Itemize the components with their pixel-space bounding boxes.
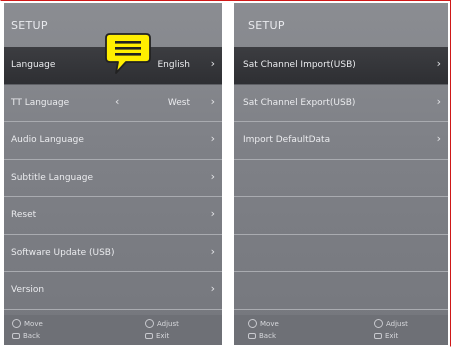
dpad-icon	[12, 319, 21, 328]
dpad-icon	[248, 319, 257, 328]
menu-item-empty	[234, 197, 448, 235]
key-hint-footer: Move Adjust Back Exit	[234, 315, 448, 345]
menu-item-software-update[interactable]: Software Update (USB) ›	[4, 235, 222, 272]
hint-label: Move	[260, 320, 279, 328]
hint-back: Back	[248, 332, 276, 340]
key-hint-footer: Move Adjust Back Exit	[4, 315, 222, 345]
left-right-icon	[374, 319, 383, 328]
menu-item-sat-channel-export[interactable]: Sat Channel Export(USB) ›	[234, 85, 448, 122]
back-key-icon	[248, 333, 256, 339]
menu-item-sat-channel-import[interactable]: Sat Channel Import(USB) ›	[234, 47, 448, 85]
exit-key-icon	[145, 333, 153, 339]
hint-back: Back	[12, 332, 40, 340]
hint-label: Move	[24, 320, 43, 328]
menu-item-label: TT Language	[11, 97, 70, 108]
chevron-right-icon[interactable]: ›	[211, 95, 215, 108]
back-key-icon	[12, 333, 20, 339]
hint-label: Exit	[385, 332, 399, 340]
menu-item-subtitle-language[interactable]: Subtitle Language ›	[4, 160, 222, 197]
hint-label: Exit	[156, 332, 170, 340]
menu-item-label: Language	[11, 60, 56, 70]
chevron-right-icon[interactable]: ›	[211, 245, 215, 258]
menu-item-empty	[234, 235, 448, 272]
menu-item-label: Reset	[11, 210, 37, 220]
hint-label: Back	[259, 332, 276, 340]
chevron-right-icon[interactable]: ›	[211, 282, 215, 295]
hint-label: Adjust	[386, 320, 408, 328]
menu-item-value: English	[157, 60, 191, 70]
hint-exit: Exit	[145, 332, 169, 340]
menu-item-audio-language[interactable]: Audio Language ›	[4, 122, 222, 160]
menu-item-label: Sat Channel Import(USB)	[243, 60, 356, 70]
chevron-right-icon[interactable]: ›	[211, 57, 215, 70]
hint-adjust: Adjust	[145, 319, 179, 328]
hint-move: Move	[248, 319, 279, 328]
menu-item-label: Software Update (USB)	[11, 247, 115, 258]
menu-item-label: Import DefaultData	[243, 135, 331, 145]
panel-title: SETUP	[248, 19, 285, 32]
setup-menu-list: Language English › TT Language ‹ West › …	[4, 47, 222, 310]
menu-item-value: West	[167, 97, 190, 108]
hint-label: Back	[23, 332, 40, 340]
hint-label: Adjust	[157, 320, 179, 328]
chevron-right-icon[interactable]: ›	[211, 207, 215, 220]
menu-item-tt-language[interactable]: TT Language ‹ West ›	[4, 85, 222, 122]
menu-item-label: Version	[11, 285, 45, 295]
hint-exit: Exit	[374, 332, 398, 340]
menu-item-label: Subtitle Language	[11, 172, 94, 183]
menu-item-reset[interactable]: Reset ›	[4, 197, 222, 235]
menu-item-label: Audio Language	[11, 135, 84, 145]
hint-move: Move	[12, 319, 43, 328]
menu-item-empty	[234, 160, 448, 197]
exit-key-icon	[374, 333, 382, 339]
left-right-icon	[145, 319, 154, 328]
hint-adjust: Adjust	[374, 319, 408, 328]
setup-menu-right: SETUP Sat Channel Import(USB) › Sat Chan…	[234, 3, 448, 345]
chevron-left-icon[interactable]: ‹	[115, 95, 119, 108]
menu-item-empty	[234, 272, 448, 310]
menu-item-import-default-data[interactable]: Import DefaultData ›	[234, 122, 448, 160]
menu-item-version[interactable]: Version ›	[4, 272, 222, 310]
menu-item-label: Sat Channel Export(USB)	[243, 97, 356, 108]
chevron-right-icon[interactable]: ›	[211, 132, 215, 145]
speech-balloon-icon	[105, 33, 151, 74]
chevron-right-icon[interactable]: ›	[437, 57, 441, 70]
chevron-right-icon[interactable]: ›	[437, 95, 441, 108]
chevron-right-icon[interactable]: ›	[211, 170, 215, 183]
chevron-right-icon[interactable]: ›	[437, 132, 441, 145]
setup-menu-list: Sat Channel Import(USB) › Sat Channel Ex…	[234, 47, 448, 310]
